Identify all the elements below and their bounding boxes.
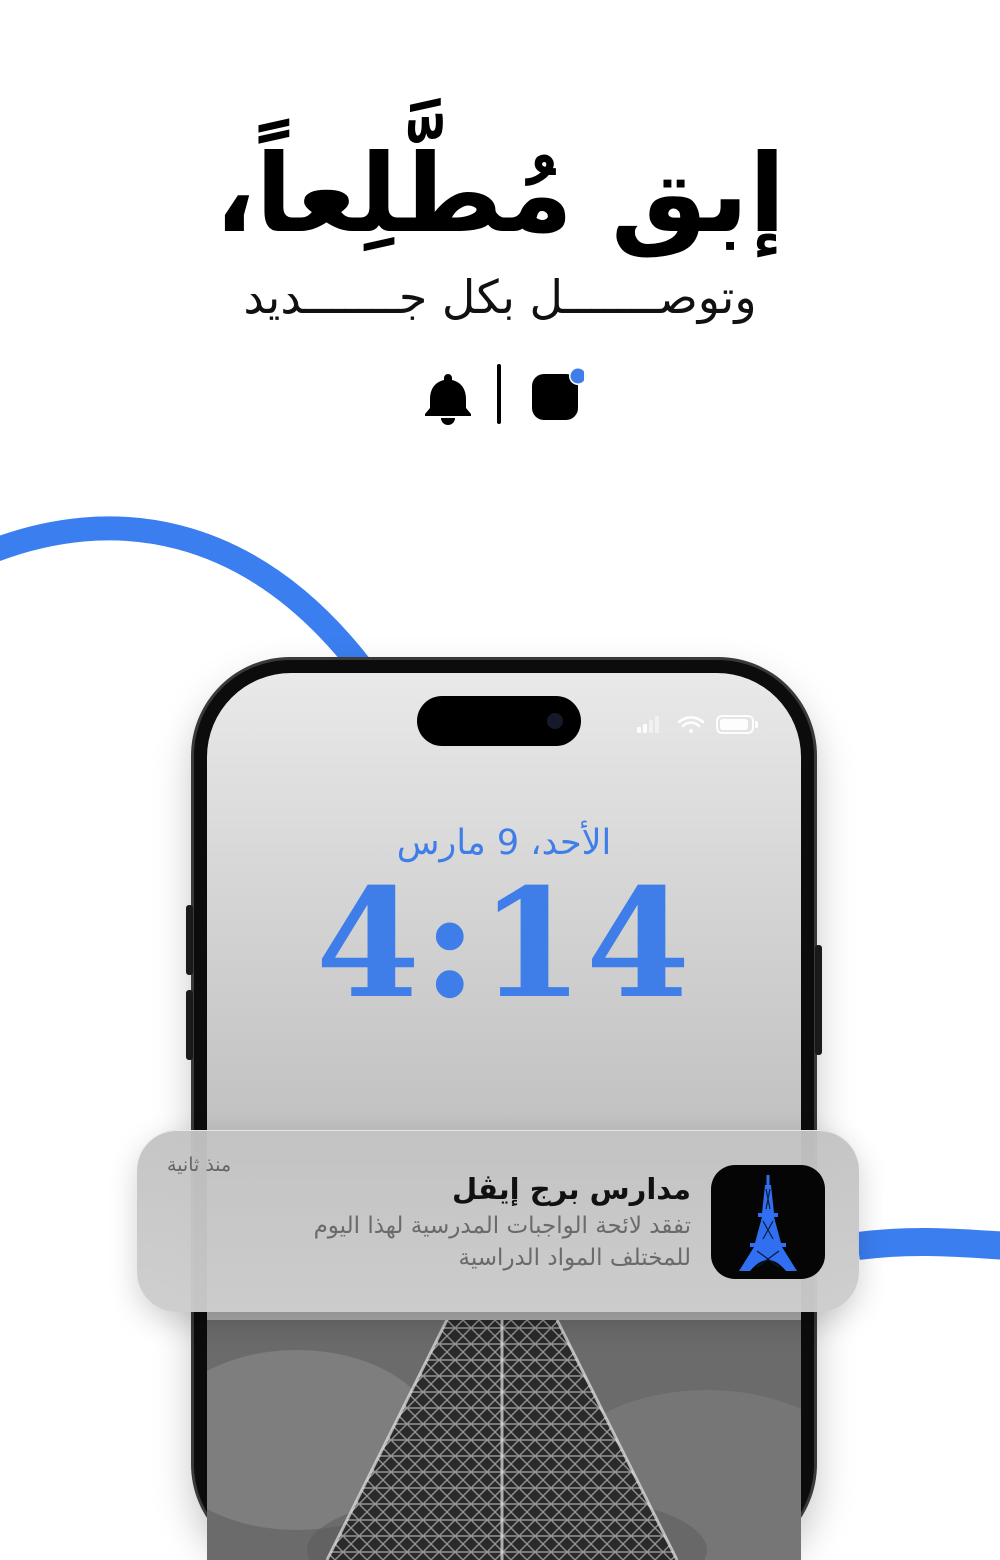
headline: إبق مُطَّلِعاً، [214,132,786,257]
icon-separator [497,364,501,424]
notification-banner[interactable]: مدارس برج إيڤل منذ ثانية تفقد لائحة الوا… [137,1130,859,1312]
wifi-icon [677,716,705,733]
status-bar [637,715,758,734]
phone-mockup: الأحد، 9 مارس 4:14 [186,660,822,1560]
eiffel-tower-wallpaper [207,1320,801,1560]
phone-side-button [186,990,193,1060]
phone-power-button [815,945,822,1055]
dynamic-island [417,696,581,746]
cellular-signal-icon [637,716,659,733]
notification-time: منذ ثانية [167,1154,232,1176]
lock-screen: الأحد، 9 مارس 4:14 [207,673,801,1560]
icon-row [0,362,1000,426]
eiffel-tower-icon [739,1175,797,1271]
notification-body: تفقد لائحة الواجبات المدرسية لهذا اليوم … [313,1213,691,1271]
bell-icon [425,374,471,425]
subline: وتوصـــــــل بكل جـــــــديد [243,270,757,324]
notification-app-icon [711,1165,825,1279]
notification-title: مدارس برج إيڤل [452,1172,691,1206]
lock-screen-clock: 4:14 [315,856,693,1032]
phone-side-button [186,905,193,975]
app-notification-icon [532,368,584,420]
battery-icon [716,715,758,734]
